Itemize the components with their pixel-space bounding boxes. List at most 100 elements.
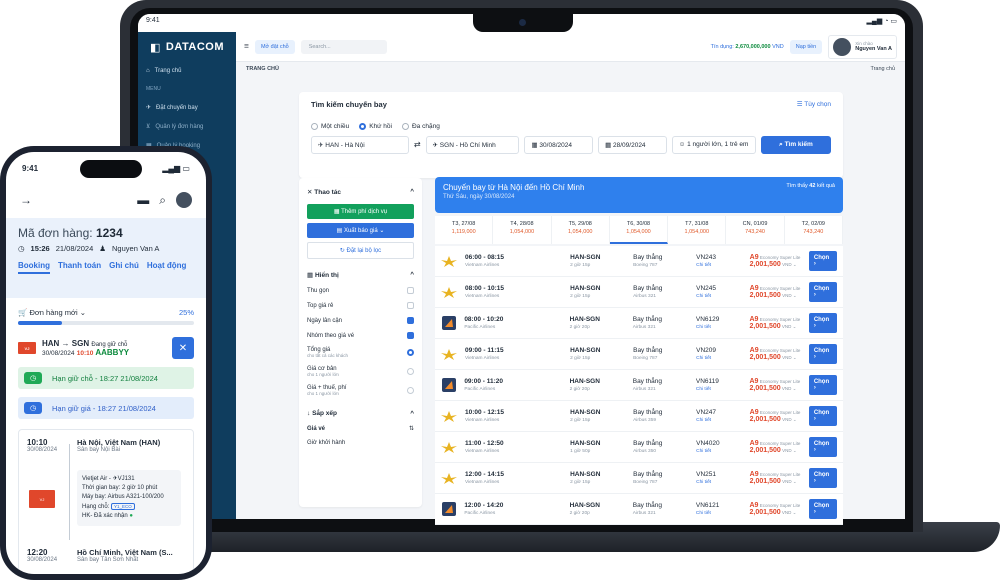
export-quote-button[interactable]: ▤ Xuất báo giá ⌄: [307, 223, 414, 238]
options-link[interactable]: ☰ Tùy chọn: [797, 100, 831, 109]
details-link[interactable]: Chi tiết: [696, 263, 749, 268]
passenger-field[interactable]: ☺ 1 người lớn, 1 trẻ em: [671, 136, 756, 155]
aircraft: Airbus 350: [633, 448, 657, 454]
sort-price[interactable]: Giá vé ⇅: [307, 421, 414, 436]
fare-name: Economy Super Lite: [759, 316, 801, 322]
details-link[interactable]: Chi tiết: [696, 480, 749, 485]
code: VN6121: [695, 501, 720, 509]
sidebar-item-orders[interactable]: ⊻ Quản lý đơn hàng: [138, 117, 236, 136]
airline-name: Vietnam Airlines: [465, 417, 500, 423]
destination-field[interactable]: ✈ SGN - Hồ Chí Minh: [425, 136, 520, 155]
chevron-down-icon[interactable]: ⌄: [792, 417, 797, 422]
tab-1[interactable]: Thanh toán: [58, 261, 101, 274]
choose-button[interactable]: Chọn ›: [808, 343, 837, 364]
choose-button[interactable]: Chọn ›: [808, 250, 837, 271]
breadcrumb-link[interactable]: Trang chủ: [870, 66, 895, 72]
details-link[interactable]: Chi tiết: [696, 325, 750, 330]
arrow-right-icon[interactable]: →: [20, 193, 32, 207]
top-header: ☰ Mở đặt chỗ Search... Tín dụng: 2,670,0…: [236, 32, 905, 62]
folder-icon[interactable]: ▬: [137, 193, 149, 207]
swap-icon[interactable]: ⇄: [414, 136, 421, 154]
flight-type: Bay thẳng Airbus 321: [633, 285, 696, 299]
chevron-down-icon[interactable]: ⌄: [792, 262, 797, 267]
chevron-down-icon[interactable]: ⌄: [792, 448, 797, 453]
arr-city: Hồ Chí Minh, Việt Nam (S...: [77, 548, 173, 557]
price-option[interactable]: Giá cơ bản cho 1 người lớn: [307, 362, 414, 381]
search-input[interactable]: Search...: [300, 39, 387, 54]
tab-2[interactable]: Ghi chú: [109, 261, 139, 274]
sidebar-item-home[interactable]: ⌂ Trang chủ: [138, 62, 236, 80]
choose-button[interactable]: Chọn ›: [808, 467, 837, 488]
details-link[interactable]: Chi tiết: [696, 511, 750, 516]
sort-departure[interactable]: Giờ khởi hành: [307, 436, 414, 450]
radio[interactable]: [407, 368, 414, 375]
choose-button[interactable]: Chọn ›: [808, 436, 837, 457]
fare-price: 2,001,500: [749, 508, 781, 516]
choose-button[interactable]: Chọn ›: [808, 312, 837, 333]
menu-icon[interactable]: ☰: [244, 44, 249, 50]
chevron-down-icon[interactable]: ⌄: [791, 386, 797, 391]
price-option[interactable]: Giá + thuế, phí cho 1 người lớn: [307, 381, 414, 400]
date-tab[interactable]: T7, 31/08 1,054,000: [668, 216, 727, 244]
action-button[interactable]: ✕: [172, 337, 194, 359]
radio-checked[interactable]: [407, 349, 414, 356]
date-tab[interactable]: T5, 29/08 1,054,000: [552, 216, 610, 244]
agent-name[interactable]: Nguyen Van A: [112, 244, 159, 253]
choose-button[interactable]: Chọn ›: [808, 498, 837, 519]
actions-header[interactable]: ✕ Thao tác ^: [307, 184, 414, 200]
trip-round-trip[interactable]: Khứ hồi: [359, 123, 392, 130]
display-option[interactable]: Ngày lân cận: [307, 313, 414, 328]
choose-button[interactable]: Chọn ›: [808, 405, 837, 426]
status-dropdown[interactable]: 🛒 Đơn hàng mới ⌄: [18, 308, 86, 317]
chevron-down-icon[interactable]: ⌄: [791, 510, 797, 515]
details-link[interactable]: Chi tiết: [696, 449, 749, 454]
chevron-down-icon[interactable]: ⌄: [792, 479, 797, 484]
sort-header[interactable]: ↓ Sắp xếp ^: [307, 406, 414, 421]
sidebar-item-book-flight[interactable]: ✈ Đặt chuyến bay: [138, 98, 236, 117]
details-link[interactable]: Chi tiết: [696, 387, 750, 392]
display-option[interactable]: Nhóm theo giá vé: [307, 328, 414, 343]
radio[interactable]: [407, 387, 414, 394]
trip-one-way[interactable]: Một chiều: [311, 123, 349, 130]
pnr-code[interactable]: AABBYY: [95, 348, 129, 357]
reset-filters-button[interactable]: ↻ Đặt lại bộ lọc: [307, 242, 414, 259]
search-icon[interactable]: ⌕: [159, 193, 166, 208]
checkbox[interactable]: [407, 302, 414, 309]
tab-3[interactable]: Hoạt động: [147, 261, 187, 274]
checkbox-checked[interactable]: [407, 317, 414, 324]
grid-icon: ▦: [307, 272, 314, 279]
date-tab[interactable]: T3, 27/08 1,119,000: [435, 216, 494, 244]
display-option[interactable]: Thu gọn: [307, 283, 414, 298]
choose-button[interactable]: Chọn ›: [808, 374, 837, 395]
details-link[interactable]: Chi tiết: [696, 418, 749, 423]
date-tab[interactable]: T2, 02/09 743,240: [785, 216, 843, 244]
details-link[interactable]: Chi tiết: [696, 356, 749, 361]
depart-date-field[interactable]: ▦ 30/08/2024: [524, 136, 594, 155]
chevron-down-icon[interactable]: ⌄: [792, 293, 797, 298]
date-tab[interactable]: T4, 28/08 1,054,000: [493, 216, 552, 244]
display-header[interactable]: ▦ Hiển thị ^: [307, 267, 414, 283]
choose-button[interactable]: Chọn ›: [808, 281, 837, 302]
trip-multi-city[interactable]: Đa chặng: [401, 123, 440, 130]
flight-time: 11:00 - 12:50 Vietnam Airlines: [465, 440, 570, 454]
chevron-down-icon[interactable]: ⌄: [792, 355, 797, 360]
chevron-down-icon[interactable]: ⌄: [791, 324, 797, 329]
add-service-fee-button[interactable]: ▦ Thêm phí dịch vụ: [307, 204, 414, 219]
checkbox-checked[interactable]: [407, 332, 414, 339]
tab-0[interactable]: Booking: [18, 261, 50, 274]
brand-logo[interactable]: ◧ DATACOM: [138, 32, 236, 62]
display-option[interactable]: Top giá rẻ: [307, 298, 414, 313]
search-button[interactable]: ⌕ Tìm kiếm: [760, 136, 832, 155]
avatar[interactable]: [176, 192, 192, 208]
date-tab[interactable]: CN, 01/09 743,240: [726, 216, 785, 244]
user-menu[interactable]: Xin chào Nguyen Van A: [828, 34, 897, 59]
price-option[interactable]: Tổng giá cho tất cả các khách: [307, 343, 414, 362]
open-booking-button[interactable]: Mở đặt chỗ: [254, 39, 295, 54]
checkbox[interactable]: [407, 287, 414, 294]
details-link[interactable]: Chi tiết: [696, 294, 749, 299]
date-tab[interactable]: T6, 30/08 1,054,000: [609, 216, 669, 244]
topup-button[interactable]: Nạp tiền: [789, 39, 823, 54]
button-label: Xuất báo giá: [343, 228, 378, 234]
origin-field[interactable]: ✈ HAN - Hà Nội: [311, 136, 409, 155]
return-date-field[interactable]: ▦ 28/09/2024: [598, 136, 667, 155]
